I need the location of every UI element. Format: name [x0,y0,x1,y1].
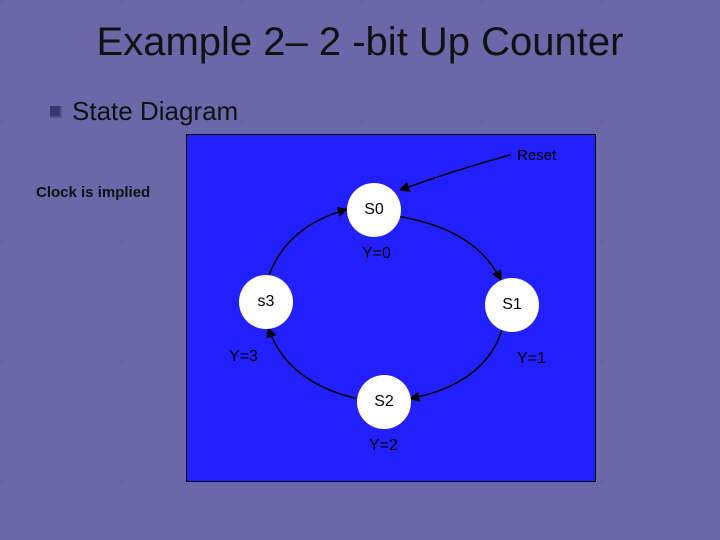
state-diagram-panel: S0 S1 S2 s3 Reset Y=0 Y=1 Y=2 Y=3 [186,134,596,482]
bullet-icon [50,106,62,118]
output-y1: Y=1 [517,350,546,368]
bullet-row: State Diagram [50,96,238,127]
slide-title: Example 2– 2 -bit Up Counter [0,20,720,65]
state-s0: S0 [347,183,401,237]
state-s2: S2 [357,375,411,429]
output-y2: Y=2 [369,437,398,455]
state-s3: s3 [239,275,293,329]
reset-label: Reset [517,147,556,164]
clock-note: Clock is implied [36,184,150,201]
output-y0: Y=0 [362,245,391,263]
state-s1: S1 [485,278,539,332]
subtitle-text: State Diagram [72,96,238,127]
output-y3: Y=3 [229,348,258,366]
